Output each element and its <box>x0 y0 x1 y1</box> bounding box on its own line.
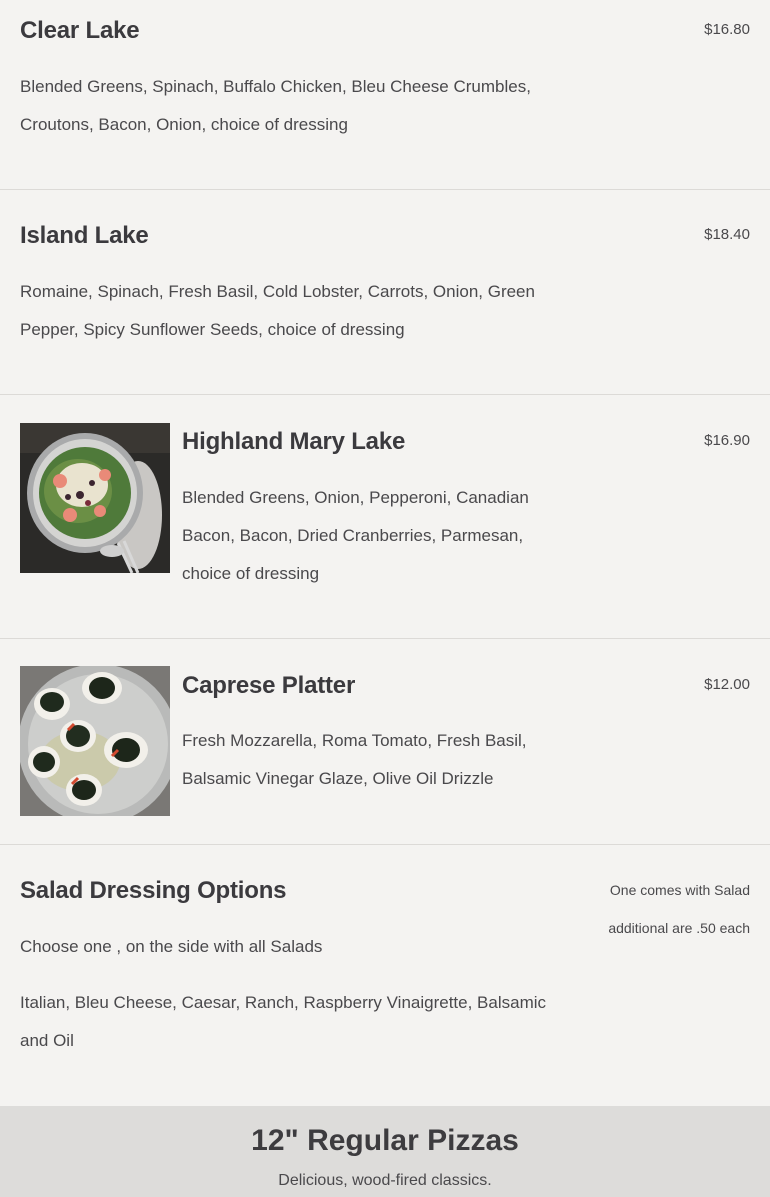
section-title: 12" Regular Pizzas <box>251 1124 519 1157</box>
item-price: $16.80 <box>704 21 750 38</box>
menu-item-highland-mary-lake: Highland Mary Lake $16.90 Blended Greens… <box>0 395 770 639</box>
section-subtitle: Delicious, wood-fired classics. <box>278 1172 492 1189</box>
menu-item-caprese-platter: Caprese Platter $12.00 Fresh Mozzarella,… <box>0 639 770 845</box>
caprese-photo[interactable] <box>20 666 170 816</box>
item-description: Blended Greens, Spinach, Buffalo Chicken… <box>20 77 531 134</box>
caprese-photo-image <box>20 666 170 816</box>
item-title: Caprese Platter <box>182 672 356 699</box>
dressing-options-list: Italian, Bleu Cheese, Caesar, Ranch, Ras… <box>20 993 547 1050</box>
item-title: Highland Mary Lake <box>182 428 406 455</box>
section-header-pizzas: 12" Regular Pizzas Delicious, wood-fired… <box>0 1106 770 1197</box>
salad-photo-image <box>20 423 170 573</box>
dressing-note: One comes with Salad additional are .50 … <box>608 871 750 947</box>
dressing-note-line2: additional are .50 each <box>608 920 750 936</box>
menu-item-clear-lake: Clear Lake $16.80 Blended Greens, Spinac… <box>0 0 770 190</box>
item-description: Fresh Mozzarella, Roma Tomato, Fresh Bas… <box>182 731 527 788</box>
dressing-note-line1: One comes with Salad <box>609 882 750 898</box>
item-title: Island Lake <box>20 222 149 249</box>
item-description: Blended Greens, Onion, Pepperoni, Canadi… <box>182 488 529 583</box>
item-description: Romaine, Spinach, Fresh Basil, Cold Lobs… <box>20 282 535 339</box>
dressing-title: Salad Dressing Options <box>20 877 287 904</box>
menu-item-island-lake: Island Lake $18.40 Romaine, Spinach, Fre… <box>0 190 770 395</box>
item-price: $16.90 <box>704 432 750 449</box>
salad-photo[interactable] <box>20 423 170 573</box>
dressing-options: Salad Dressing Options One comes with Sa… <box>0 845 770 1106</box>
item-price: $12.00 <box>704 676 750 693</box>
dressing-subtitle: Choose one , on the side with all Salads <box>20 937 323 956</box>
item-title: Clear Lake <box>20 17 140 44</box>
item-price: $18.40 <box>704 226 750 243</box>
